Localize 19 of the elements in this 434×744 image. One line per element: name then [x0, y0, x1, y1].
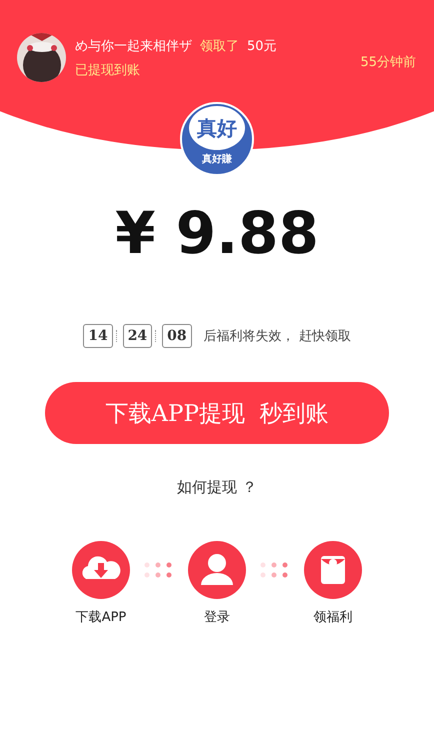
countdown-digit: 08: [162, 324, 192, 348]
cloud-download-icon[interactable]: [72, 541, 130, 599]
user-name: め与你一起来相伴ザ: [75, 38, 192, 54]
step-label: 领福利: [314, 609, 352, 626]
countdown-digit: 14: [83, 324, 113, 348]
countdown-digit: 24: [122, 324, 152, 348]
user-icon[interactable]: [188, 541, 246, 599]
help-link[interactable]: 如何提现 ？: [0, 478, 434, 497]
step-label: 登录: [204, 609, 230, 626]
amount-value: ¥ 9.88: [114, 204, 320, 262]
step-label: 下载APP: [76, 609, 126, 626]
status-text: 已提现到账: [75, 62, 141, 78]
countdown-message: 后福利将失效， 赶快领取: [204, 328, 351, 345]
action-text: 领取了: [200, 38, 239, 54]
amount-text: 50元: [247, 38, 277, 54]
download-withdraw-button[interactable]: 下载APP提现 秒到账: [45, 382, 389, 444]
app-logo: 真好 真好賺: [180, 102, 254, 176]
time-text: 55分钟前: [360, 54, 416, 70]
envelope-icon[interactable]: [304, 541, 362, 599]
